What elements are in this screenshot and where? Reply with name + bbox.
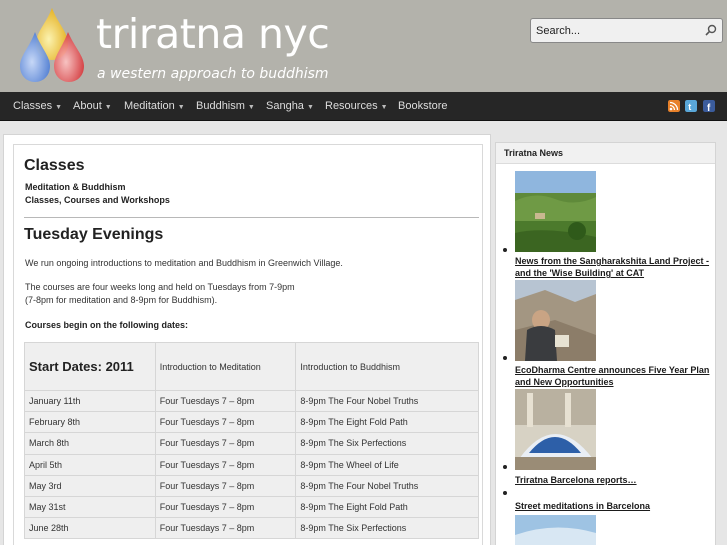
table-cell: Four Tuesdays 7 – 8pm <box>154 411 297 434</box>
table-cell: 8-9pm The Eight Fold Path <box>295 411 479 434</box>
table-cell: Four Tuesdays 7 – 8pm <box>154 517 297 540</box>
news-thumbnail-image[interactable] <box>515 280 596 361</box>
site-tagline: a western approach to buddhism <box>97 66 329 82</box>
table-row: January 11th Four Tuesdays 7 – 8pm 8-9pm… <box>24 389 479 413</box>
news-link[interactable]: Triratna Barcelona reports… <box>515 474 711 486</box>
table-cell: May 3rd <box>24 474 156 497</box>
news-thumbnail-image[interactable] <box>515 515 596 545</box>
table-cell: 8-9pm The Four Nobel Truths <box>295 389 479 413</box>
table-cell: 8-9pm The Four Nobel Truths <box>295 474 479 497</box>
table-row: May 3rd Four Tuesdays 7 – 8pm 8-9pm The … <box>24 474 479 497</box>
bullet <box>503 248 507 252</box>
sidebar: Triratna News News from the Sangharakshi… <box>495 142 716 545</box>
table-cell: January 11th <box>24 389 156 413</box>
courses-text: The courses are four weeks long and held… <box>25 282 295 292</box>
sidebar-title: Triratna News <box>496 143 715 164</box>
table-cell: June 28th <box>24 517 156 540</box>
nav-item-label: Bookstore <box>398 100 448 112</box>
table-cell: Four Tuesdays 7 – 8pm <box>154 453 297 476</box>
table-cell: Four Tuesdays 7 – 8pm <box>154 495 297 519</box>
main-content: Classes Meditation & Buddhism Classes, C… <box>3 134 491 545</box>
courses-begin-text: Courses begin on the following dates: <box>25 320 189 330</box>
table-row: April 5th Four Tuesdays 7 – 8pm 8-9pm Th… <box>24 453 479 476</box>
nav-item-label: Classes <box>13 100 53 112</box>
news-thumbnail-image[interactable] <box>515 389 596 470</box>
nav-item-bookstore[interactable]: Bookstore <box>398 92 448 121</box>
divider <box>24 217 479 218</box>
nav-item-classes[interactable]: Classes ▼ <box>13 92 62 121</box>
chevron-down-icon: ▼ <box>306 104 314 111</box>
table-cell: April 5th <box>24 453 156 476</box>
page-title: Classes <box>24 157 85 174</box>
bullet <box>503 491 507 495</box>
table-row: May 31st Four Tuesdays 7 – 8pm 8-9pm The… <box>24 495 479 519</box>
page-subtitle: Meditation & Buddhism <box>25 182 126 192</box>
table-cell: February 8th <box>24 411 156 434</box>
section-title: Tuesday Evenings <box>24 226 164 243</box>
table-header-cell: Introduction to Meditation <box>154 342 297 391</box>
table-header-row: Start Dates: 2011 Introduction to Medita… <box>24 342 479 391</box>
table-cell: Four Tuesdays 7 – 8pm <box>154 432 297 455</box>
main-nav: Classes ▼ About ▼ Meditation ▼ Buddhism ▼ Sa… <box>0 92 727 121</box>
site-title[interactable]: triratna nyc <box>96 14 330 55</box>
chevron-down-icon: ▼ <box>104 104 112 111</box>
nav-item-meditation[interactable]: Meditation ▼ <box>124 92 185 121</box>
table-row: March 8th Four Tuesdays 7 – 8pm 8-9pm Th… <box>24 432 479 455</box>
chevron-down-icon: ▼ <box>247 104 255 111</box>
nav-item-resources[interactable]: Resources ▼ <box>325 92 388 121</box>
table-cell: May 31st <box>24 495 156 519</box>
nav-item-label: Resources <box>325 100 378 112</box>
chevron-down-icon: ▼ <box>380 104 388 111</box>
table-cell: 8-9pm The Eight Fold Path <box>295 495 479 519</box>
nav-item-label: About <box>73 100 102 112</box>
table-cell: Four Tuesdays 7 – 8pm <box>154 389 297 413</box>
facebook-icon[interactable]: f <box>703 100 715 112</box>
news-link[interactable]: News from the Sangharakshita Land Projec… <box>515 255 711 279</box>
search-input[interactable] <box>531 19 701 42</box>
table-cell: 8-9pm The Six Perfections <box>295 432 479 455</box>
table-header-cell: Introduction to Buddhism <box>295 342 479 391</box>
bullet <box>503 465 507 469</box>
nav-item-label: Meditation <box>124 100 175 112</box>
table-row: February 8th Four Tuesdays 7 – 8pm 8-9pm… <box>24 411 479 434</box>
rss-icon[interactable] <box>668 100 680 112</box>
table-row: June 28th Four Tuesdays 7 – 8pm 8-9pm Th… <box>24 517 479 540</box>
table-cell: 8-9pm The Wheel of Life <box>295 453 479 476</box>
courses-text: (7-8pm for meditation and 8-9pm for Budd… <box>25 295 218 305</box>
chevron-down-icon: ▼ <box>55 104 63 111</box>
search-box <box>530 18 723 43</box>
intro-text: We run ongoing introductions to meditati… <box>25 258 343 268</box>
page-subtitle: Classes, Courses and Workshops <box>25 195 170 205</box>
nav-item-about[interactable]: About ▼ <box>73 92 112 121</box>
news-link[interactable]: EcoDharma Centre announces Five Year Pla… <box>515 364 711 388</box>
nav-item-sangha[interactable]: Sangha ▼ <box>266 92 314 121</box>
nav-item-buddhism[interactable]: Buddhism ▼ <box>196 92 255 121</box>
table-header-cell: Start Dates: 2011 <box>24 342 156 391</box>
svg-text:t: t <box>688 102 691 112</box>
nav-item-label: Buddhism <box>196 100 245 112</box>
start-dates-table: Start Dates: 2011 Introduction to Medita… <box>24 342 479 540</box>
triratna-logo-icon[interactable] <box>18 8 86 84</box>
table-cell: 8-9pm The Six Perfections <box>295 517 479 540</box>
news-link[interactable]: Street meditations in Barcelona <box>515 500 711 512</box>
chevron-down-icon: ▼ <box>177 104 185 111</box>
bullet <box>503 356 507 360</box>
twitter-icon[interactable]: t <box>685 100 697 112</box>
nav-item-label: Sangha <box>266 100 304 112</box>
site-header: triratna nyc a western approach to buddh… <box>0 0 727 92</box>
content-panel: Classes Meditation & Buddhism Classes, C… <box>13 144 483 545</box>
table-cell: March 8th <box>24 432 156 455</box>
table-cell: Four Tuesdays 7 – 8pm <box>154 474 297 497</box>
news-thumbnail-image[interactable] <box>515 171 596 252</box>
search-icon[interactable] <box>704 23 718 37</box>
